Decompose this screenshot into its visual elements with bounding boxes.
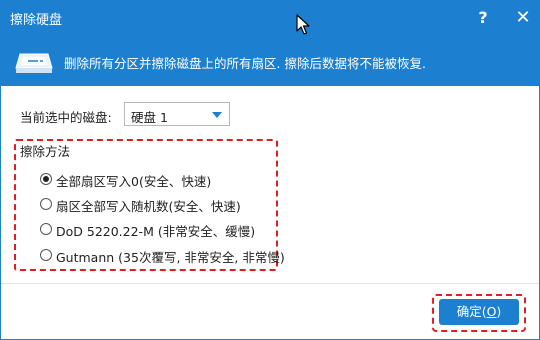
erase-disk-dialog: 擦除硬盘 ? ✕ 删除所有分区并擦除磁盘上的所有扇区. 擦除后数据将不能被恢复.…	[0, 0, 540, 340]
ok-button-hotkey: O	[486, 304, 497, 319]
info-banner: 删除所有分区并擦除磁盘上的所有扇区. 擦除后数据将不能被恢复.	[0, 36, 540, 86]
help-button[interactable]: ?	[466, 0, 500, 36]
chevron-down-icon[interactable]	[212, 112, 222, 118]
method-option-label: 全部扇区写入0(安全、快速)	[56, 174, 212, 189]
method-option-label: Gutmann (35次覆写, 非常安全, 非常慢)	[56, 250, 285, 265]
method-option-label: DoD 5220.22-M (非常安全、缓慢)	[56, 224, 256, 239]
radio-button[interactable]	[40, 198, 52, 210]
method-option-label: 扇区全部写入随机数(安全、快速)	[56, 199, 241, 214]
ok-button[interactable]: 确定(O)	[439, 299, 519, 325]
dialog-title: 擦除硬盘	[10, 13, 63, 28]
radio-button[interactable]	[40, 223, 52, 235]
erase-method-title: 擦除方法	[20, 144, 71, 159]
disk-select[interactable]: 硬盘 1	[124, 102, 230, 126]
disk-label: 当前选中的磁盘:	[20, 110, 112, 125]
disk-select-value: 硬盘 1	[131, 110, 168, 125]
ok-button-label: 确定(	[456, 304, 487, 319]
ok-button-suffix: )	[496, 304, 502, 319]
close-button[interactable]: ✕	[506, 0, 540, 36]
radio-button[interactable]	[40, 173, 52, 185]
title-bar[interactable]: 擦除硬盘 ? ✕	[0, 0, 540, 36]
radio-button[interactable]	[40, 249, 52, 261]
disk-eraser-icon	[15, 53, 53, 73]
mouse-cursor-icon	[296, 14, 310, 35]
footer-divider	[0, 283, 540, 284]
banner-message: 删除所有分区并擦除磁盘上的所有扇区. 擦除后数据将不能被恢复.	[64, 56, 426, 71]
